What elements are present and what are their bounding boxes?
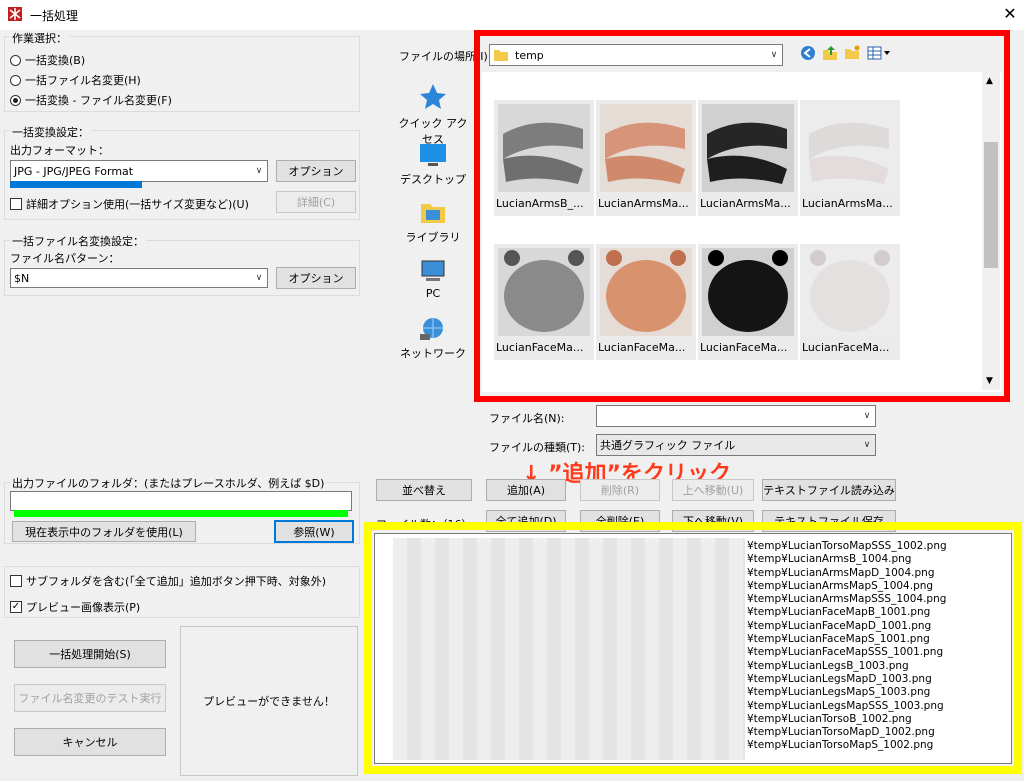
read-textfile-button[interactable]: テキストファイル読み込み — [762, 479, 896, 501]
sort-button[interactable]: 並べ替え — [376, 479, 472, 501]
window-title: 一括処理 — [30, 9, 79, 23]
convert-label: 一括変換設定： — [10, 124, 91, 140]
list-item[interactable]: ¥temp¥LucianLegsB_1003.png — [747, 660, 1009, 673]
nav-network[interactable]: ネットワーク — [394, 316, 472, 361]
list-item[interactable]: ¥temp¥LucianArmsMapD_1004.png — [747, 567, 1009, 580]
list-item[interactable]: ¥temp¥LucianFaceMapS_1001.png — [747, 633, 1009, 646]
preview-message: プレビューができません！ — [203, 695, 335, 708]
app-icon — [8, 7, 22, 21]
pattern-label: ファイル名パターン： — [10, 252, 120, 265]
pc-icon — [421, 260, 445, 281]
checkbox-icon — [10, 575, 22, 587]
network-icon — [420, 318, 443, 340]
format-highlight-bar — [10, 181, 142, 188]
file-list-items: ¥temp¥LucianTorsoMapSSS_1002.png ¥temp¥L… — [747, 540, 1009, 753]
chevron-down-icon: ∨ — [863, 411, 871, 421]
list-item[interactable]: ¥temp¥LucianLegsMapSSS_1003.png — [747, 700, 1009, 713]
radio-batch-convert[interactable]: 一括変換(B) — [10, 52, 85, 68]
radio-convert-rename[interactable]: 一括変換 - ファイル名変更(F) — [10, 92, 172, 108]
operation-label: 作業選択： — [10, 30, 69, 46]
list-item[interactable]: ¥temp¥LucianFaceMapD_1001.png — [747, 620, 1009, 633]
nav-library[interactable]: ライブラリ — [394, 200, 472, 245]
rename-test-button[interactable]: ファイル名変更のテスト実行 — [14, 684, 166, 712]
format-option-button[interactable]: オプション — [276, 160, 356, 182]
radio-icon — [10, 74, 21, 86]
list-item[interactable]: ¥temp¥LucianFaceMapB_1001.png — [747, 606, 1009, 619]
nav-pc[interactable]: PC — [394, 258, 472, 300]
list-item[interactable]: ¥temp¥LucianArmsB_1004.png — [747, 553, 1009, 566]
checkbox-icon — [10, 198, 22, 210]
list-item[interactable]: ¥temp¥LucianLegsMapS_1003.png — [747, 686, 1009, 699]
detail-option-checkbox[interactable]: 詳細オプション使用(一括サイズ変更など)(U) — [10, 196, 249, 212]
browse-button[interactable]: 参照(W) — [274, 520, 354, 543]
chevron-down-icon: ∨ — [255, 273, 263, 283]
radio-selected-icon — [10, 94, 21, 106]
output-label: 出力ファイルのフォルダ：(またはプレースホルダ、例えば $D) — [10, 475, 327, 491]
list-item[interactable]: ¥temp¥LucianTorsoMapD_1002.png — [747, 726, 1009, 739]
chevron-down-icon: ∨ — [255, 166, 263, 176]
detail-button[interactable]: 詳細(C) — [276, 191, 356, 213]
move-up-button[interactable]: 上へ移動(U) — [672, 479, 754, 501]
library-icon — [421, 204, 445, 223]
remove-button[interactable]: 削除(R) — [580, 479, 660, 501]
list-item[interactable]: ¥temp¥LucianFaceMapSSS_1001.png — [747, 646, 1009, 659]
star-icon — [420, 84, 446, 109]
chevron-down-icon: ∨ — [863, 440, 871, 450]
list-item[interactable]: ¥temp¥LucianArmsMapSSS_1004.png — [747, 593, 1009, 606]
list-item[interactable]: ¥temp¥LucianTorsoMapSSS_1002.png — [747, 540, 1009, 553]
filename-input[interactable]: ∨ — [596, 405, 876, 427]
file-list[interactable]: ¥temp¥LucianTorsoMapSSS_1002.png ¥temp¥L… — [374, 533, 1012, 764]
filetype-label: ファイルの種類(T): — [489, 441, 586, 454]
title-bar — [0, 0, 1024, 30]
red-highlight-frame — [474, 30, 1010, 402]
pattern-select[interactable]: $N ∨ — [10, 268, 268, 288]
close-icon[interactable]: ✕ — [1000, 4, 1020, 24]
nav-desktop[interactable]: デスクトップ — [394, 142, 472, 187]
radio-batch-rename[interactable]: 一括ファイル名変更(H) — [10, 72, 141, 88]
output-folder-input[interactable] — [10, 491, 352, 511]
format-label: 出力フォーマット： — [10, 144, 109, 157]
start-batch-button[interactable]: 一括処理開始(S) — [14, 640, 166, 668]
list-item[interactable]: ¥temp¥LucianArmsMapS_1004.png — [747, 580, 1009, 593]
radio-icon — [10, 54, 21, 66]
use-current-folder-button[interactable]: 現在表示中のフォルダを使用(L) — [12, 521, 196, 542]
nav-quick-access[interactable]: クイック アクセス — [394, 82, 472, 147]
cancel-button[interactable]: キャンセル — [14, 728, 166, 756]
checkbox-checked-icon: ✓ — [10, 601, 22, 613]
filetype-select[interactable]: 共通グラフィック ファイル ∨ — [596, 434, 876, 456]
desktop-icon — [420, 144, 446, 166]
format-select[interactable]: JPG - JPG/JPEG Format ∨ — [10, 160, 268, 182]
subfolder-checkbox[interactable]: サブフォルダを含む(「全て追加」追加ボタン押下時、対象外) — [10, 573, 326, 589]
preview-area: プレビューができません！ — [180, 626, 358, 776]
list-item[interactable]: ¥temp¥LucianLegsMapD_1003.png — [747, 673, 1009, 686]
blurred-path-area — [393, 538, 745, 760]
list-item[interactable]: ¥temp¥LucianTorsoB_1002.png — [747, 713, 1009, 726]
preview-checkbox[interactable]: ✓ プレビュー画像表示(P) — [10, 599, 140, 615]
pattern-option-button[interactable]: オプション — [276, 267, 356, 289]
output-highlight-bar — [14, 510, 348, 517]
rename-label: 一括ファイル名変換設定： — [10, 233, 146, 249]
add-button[interactable]: 追加(A) — [486, 479, 566, 501]
filename-label: ファイル名(N): — [489, 412, 565, 425]
list-item[interactable]: ¥temp¥LucianTorsoMapS_1002.png — [747, 739, 1009, 752]
